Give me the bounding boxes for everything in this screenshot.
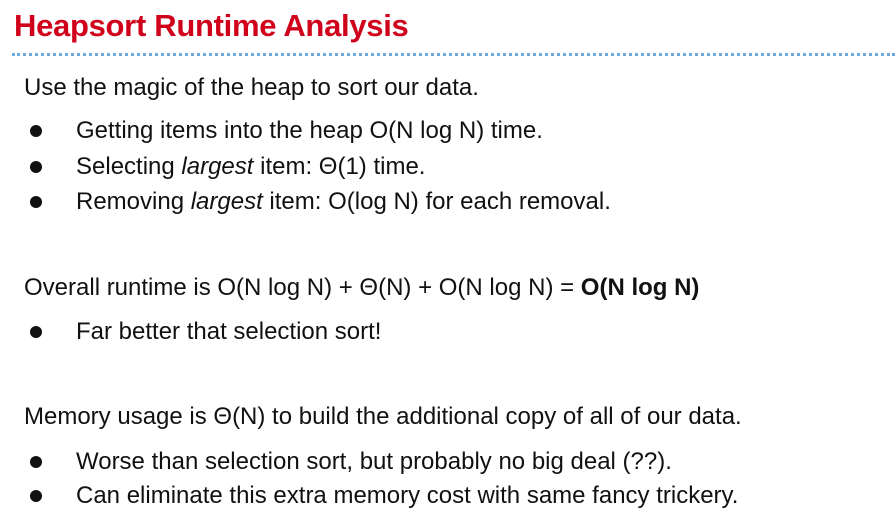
- bullet-text-emphasis: largest: [190, 188, 263, 215]
- bullet-dot-icon: [30, 490, 42, 502]
- bullet-text: Worse than selection sort, but probably …: [76, 448, 672, 475]
- bullet-text-pre: Selecting: [76, 153, 182, 180]
- intro-bullet: Removing largest item: O(log N) for each…: [30, 188, 611, 216]
- bullet-text-post: item: O(log N) for each removal.: [262, 188, 611, 215]
- bullet-text-emphasis: largest: [181, 153, 254, 180]
- bullet-dot-icon: [30, 326, 42, 338]
- memory-bullet: Can eliminate this extra memory cost wit…: [30, 482, 738, 510]
- bullet-dot-icon: [30, 196, 42, 208]
- slide: Heapsort Runtime Analysis Use the magic …: [0, 0, 895, 519]
- intro-bullet: Selecting largest item: Θ(1) time.: [30, 153, 425, 181]
- overall-bullet: Far better that selection sort!: [30, 318, 381, 346]
- bullet-text-post: item: Θ(1) time.: [253, 153, 426, 180]
- bullet-text-pre: Removing: [76, 188, 191, 215]
- overall-runtime-text: Overall runtime is O(N log N) + Θ(N) + O…: [24, 274, 699, 302]
- intro-text: Use the magic of the heap to sort our da…: [24, 74, 479, 101]
- overall-runtime-prefix: Overall runtime is O(N log N) + Θ(N) + O…: [24, 274, 581, 301]
- bullet-text: Can eliminate this extra memory cost wit…: [76, 482, 739, 509]
- memory-bullet: Worse than selection sort, but probably …: [30, 448, 672, 476]
- memory-usage-text: Memory usage is Θ(N) to build the additi…: [24, 403, 742, 430]
- bullet-dot-icon: [30, 161, 42, 173]
- bullet-dot-icon: [30, 125, 42, 137]
- intro-bullet: Getting items into the heap O(N log N) t…: [30, 117, 543, 145]
- overall-runtime-result: O(N log N): [580, 274, 700, 301]
- bullet-text: Getting items into the heap O(N log N) t…: [76, 117, 543, 144]
- slide-title: Heapsort Runtime Analysis: [14, 8, 409, 43]
- title-divider: [12, 53, 895, 56]
- bullet-text: Far better that selection sort!: [76, 318, 382, 345]
- bullet-dot-icon: [30, 456, 42, 468]
